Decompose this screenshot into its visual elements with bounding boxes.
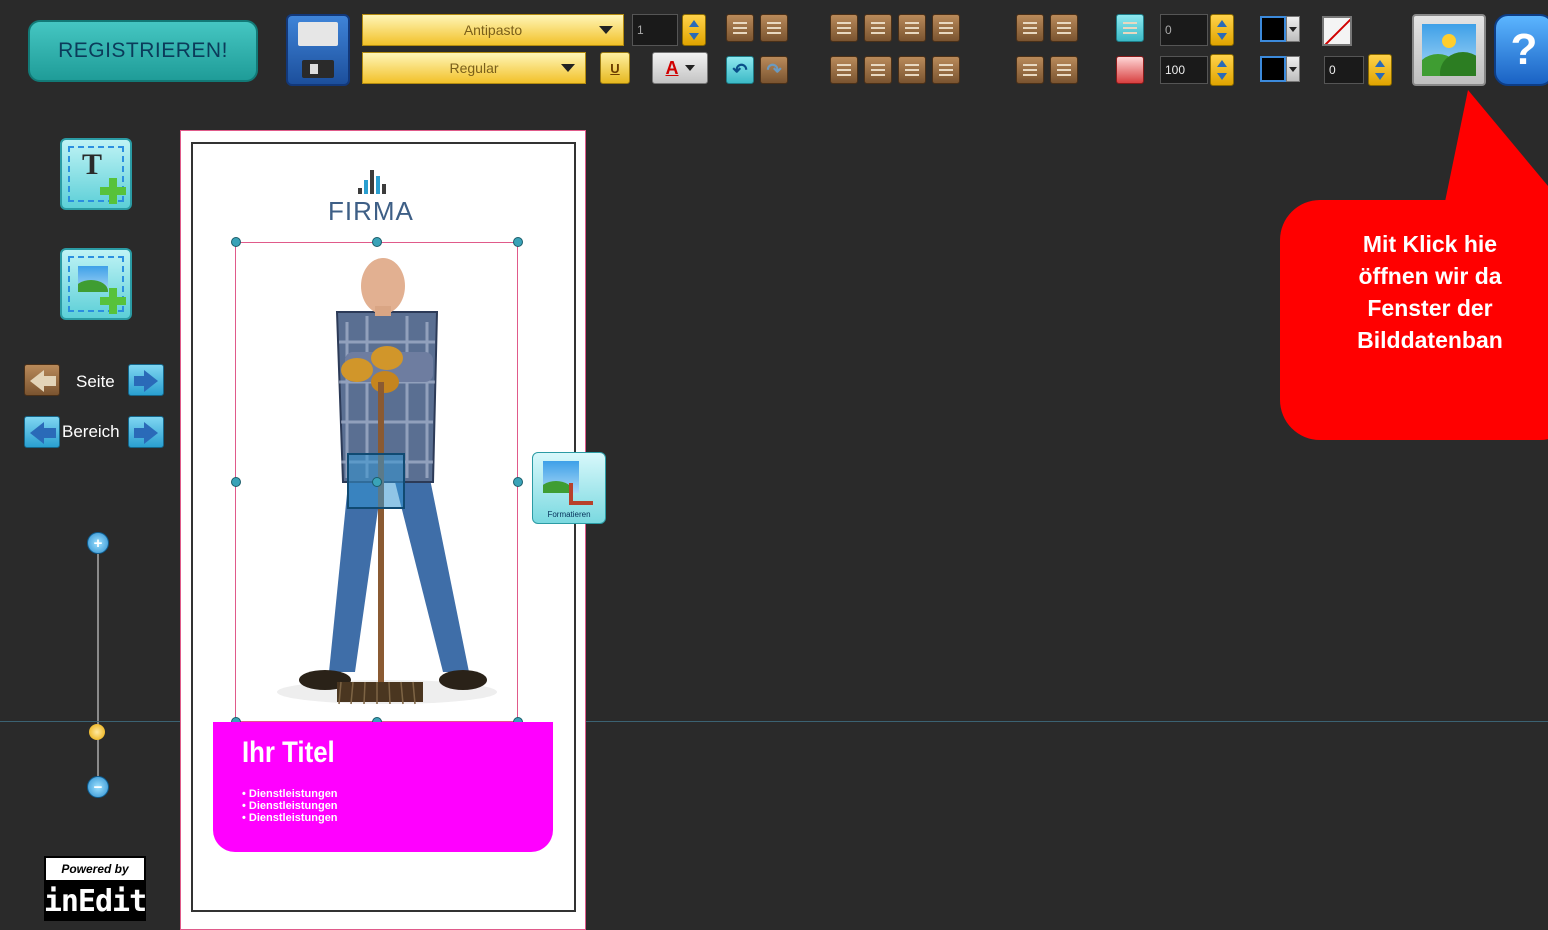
fill-color-dropdown[interactable] bbox=[1286, 16, 1300, 42]
zoom-slider-handle[interactable] bbox=[89, 724, 105, 740]
line-spacing-increase-icon[interactable] bbox=[1016, 56, 1044, 84]
next-page-button[interactable] bbox=[128, 364, 164, 396]
resize-handle-top-right[interactable] bbox=[513, 237, 523, 247]
callout-line: Mit Klick hie bbox=[1362, 231, 1498, 257]
company-logo[interactable]: FIRMA bbox=[320, 160, 440, 230]
chevron-down-icon bbox=[561, 64, 575, 72]
center-handle[interactable] bbox=[372, 477, 382, 487]
image-library-button[interactable] bbox=[1412, 14, 1486, 86]
callout-bubble: Mit Klick hie öffnen wir da Fenster der … bbox=[1280, 200, 1548, 440]
font-color-button[interactable]: A bbox=[652, 52, 708, 84]
no-color-icon[interactable] bbox=[1322, 16, 1352, 46]
letter-spacing-icon bbox=[1116, 14, 1144, 42]
align-justify-icon[interactable] bbox=[932, 14, 960, 42]
previous-page-button[interactable] bbox=[24, 364, 60, 396]
undo-icon[interactable]: ↶ bbox=[726, 56, 754, 84]
redo-icon[interactable]: ↷ bbox=[760, 56, 788, 84]
font-style-value: Regular bbox=[449, 60, 499, 76]
logo-bars-icon bbox=[354, 164, 394, 194]
powered-by-badge: Powered by inEdit bbox=[43, 856, 147, 921]
resize-handle-left[interactable] bbox=[231, 477, 241, 487]
next-area-button[interactable] bbox=[128, 416, 164, 448]
valign-top-icon[interactable] bbox=[830, 56, 858, 84]
help-icon[interactable]: ? bbox=[1494, 14, 1548, 86]
valign-middle-icon[interactable] bbox=[864, 56, 892, 84]
font-color-label: A bbox=[665, 57, 679, 78]
valign-bottom-icon[interactable] bbox=[898, 56, 926, 84]
resize-handle-right[interactable] bbox=[513, 477, 523, 487]
register-button[interactable]: REGISTRIEREN! bbox=[28, 20, 258, 82]
inedit-logo: inEdit bbox=[43, 882, 147, 921]
line-spacing-decrease-icon[interactable] bbox=[1050, 56, 1078, 84]
numbered-list-icon[interactable] bbox=[726, 14, 754, 42]
service-list[interactable]: • Dienstleistungen • Dienstleistungen • … bbox=[242, 788, 338, 824]
format-label: Formatieren bbox=[547, 510, 591, 519]
chevron-down-icon bbox=[599, 26, 613, 34]
callout-line: Fenster der bbox=[1367, 295, 1493, 321]
zoom-in-icon[interactable]: + bbox=[87, 532, 109, 554]
list-item: • Dienstleistungen bbox=[242, 788, 338, 800]
list-item: • Dienstleistungen bbox=[242, 800, 338, 812]
border-color-swatch[interactable] bbox=[1260, 56, 1286, 82]
font-family-select[interactable]: Antipasto bbox=[362, 14, 624, 46]
add-image-button[interactable] bbox=[60, 248, 132, 320]
border-width-stepper[interactable] bbox=[1368, 54, 1392, 86]
callout-line: öffnen wir da bbox=[1358, 263, 1502, 289]
powered-by-label: Powered by bbox=[46, 858, 144, 882]
previous-area-button[interactable] bbox=[24, 416, 60, 448]
plus-icon bbox=[100, 288, 126, 314]
zoom-out-icon[interactable]: − bbox=[87, 776, 109, 798]
plus-icon bbox=[100, 178, 126, 204]
text-icon: T bbox=[82, 148, 103, 181]
callout-line: Bilddatenban bbox=[1357, 327, 1503, 353]
border-width-input[interactable]: 0 bbox=[1324, 56, 1364, 84]
save-icon[interactable] bbox=[286, 14, 350, 86]
zoom-slider-track[interactable] bbox=[97, 553, 99, 778]
font-family-value: Antipasto bbox=[463, 22, 523, 38]
chevron-down-icon bbox=[684, 65, 695, 71]
font-size-stepper[interactable] bbox=[682, 14, 706, 46]
bullet-list-icon[interactable] bbox=[760, 14, 788, 42]
resize-handle-top-left[interactable] bbox=[231, 237, 241, 247]
crop-icon bbox=[569, 483, 593, 505]
font-style-select[interactable]: Regular bbox=[362, 52, 586, 84]
indent-increase-icon[interactable] bbox=[1016, 14, 1044, 42]
border-color-dropdown[interactable] bbox=[1286, 56, 1300, 82]
align-left-icon[interactable] bbox=[830, 14, 858, 42]
letter-spacing-stepper[interactable] bbox=[1210, 14, 1234, 46]
area-label: Bereich bbox=[62, 422, 120, 441]
page-label: Seite bbox=[76, 372, 115, 391]
align-center-icon[interactable] bbox=[864, 14, 892, 42]
document-title[interactable]: Ihr Titel bbox=[242, 736, 335, 770]
company-name: FIRMA bbox=[328, 196, 414, 226]
opacity-input[interactable]: 100 bbox=[1160, 56, 1208, 84]
letter-spacing-input[interactable]: 0 bbox=[1160, 14, 1208, 46]
opacity-stepper[interactable] bbox=[1210, 54, 1234, 86]
fill-color-swatch[interactable] bbox=[1260, 16, 1286, 42]
valign-fill-icon[interactable] bbox=[932, 56, 960, 84]
opacity-icon bbox=[1116, 56, 1144, 84]
format-button[interactable]: Formatieren bbox=[532, 452, 606, 524]
indent-decrease-icon[interactable] bbox=[1050, 14, 1078, 42]
font-size-input[interactable]: 1 bbox=[632, 14, 678, 46]
resize-handle-top[interactable] bbox=[372, 237, 382, 247]
picture-icon bbox=[1422, 24, 1476, 76]
list-item: • Dienstleistungen bbox=[242, 812, 338, 824]
align-right-icon[interactable] bbox=[898, 14, 926, 42]
underline-button[interactable]: U bbox=[600, 52, 630, 84]
add-text-button[interactable]: T bbox=[60, 138, 132, 210]
